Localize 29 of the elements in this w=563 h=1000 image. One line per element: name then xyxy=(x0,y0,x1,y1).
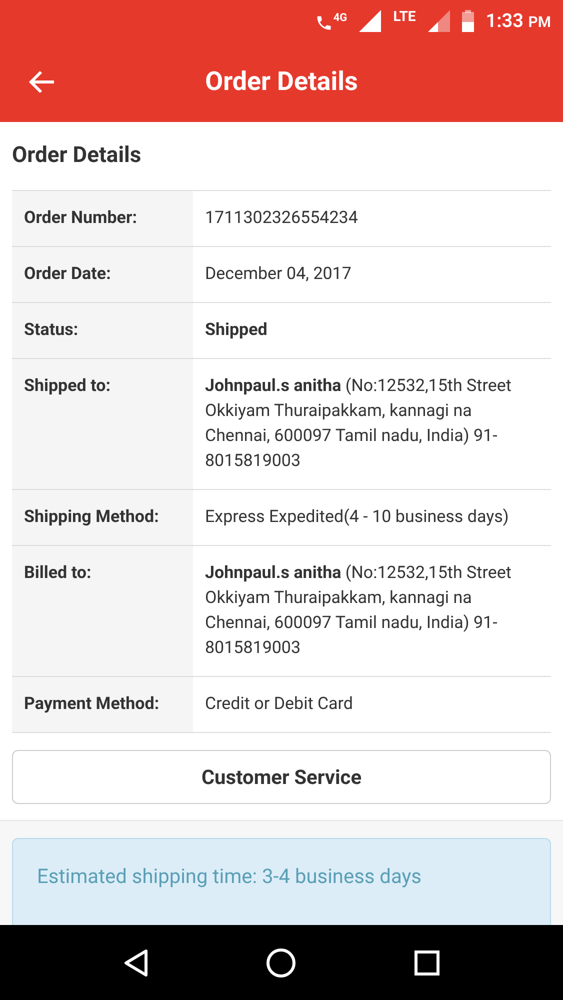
customer-service-button[interactable]: Customer Service xyxy=(12,750,551,804)
row-label-cell: Shipping Method: xyxy=(12,490,193,545)
row-label-cell: Shipped to: xyxy=(12,359,193,489)
back-arrow-icon xyxy=(28,70,56,94)
notice-text: Estimated shipping time: 3-4 business days xyxy=(37,863,422,890)
signal-icon xyxy=(359,10,382,32)
home-icon[interactable] xyxy=(266,948,296,978)
row-value-cell-text: Express Expedited(4 - 10 business days) xyxy=(204,506,510,529)
row-label-cell: Order Number: xyxy=(12,191,193,246)
header-title: Order Details xyxy=(205,66,358,98)
row-value-cell-text: Shipped xyxy=(204,319,268,342)
back-icon[interactable] xyxy=(122,948,149,978)
row-label-cell: Status: xyxy=(12,303,193,358)
row-value-cell-text: Credit or Debit Card xyxy=(204,693,354,716)
network-type: 4G xyxy=(333,10,348,26)
row-value-cell-text: 1711302326554234 xyxy=(204,207,359,230)
section-title: Order Details xyxy=(12,142,142,170)
row-label-cell: Billed to: xyxy=(12,546,193,676)
lte-label: LTE xyxy=(393,8,416,26)
row-label-cell: Order Date: xyxy=(12,247,193,302)
recents-icon[interactable] xyxy=(414,950,440,976)
row-value-cell-text: Johnpaul.s anitha (No:12532,15th Street Okkiyam Thuraipakkam, kannagi na Chennai, 600097 Tamil nadu, India) 91-8015819003 xyxy=(204,375,512,473)
clock: 1:33 PM xyxy=(486,8,551,34)
signal-icon xyxy=(428,10,450,32)
row-value-cell-text: December 04, 2017 xyxy=(204,263,352,286)
row-label-cell: Payment Method: xyxy=(12,677,193,732)
battery-icon xyxy=(462,10,474,32)
row-value-cell-text: Johnpaul.s anitha (No:12532,15th Street Okkiyam Thuraipakkam, kannagi na Chennai, 600097 Tamil nadu, India) 91-8015819003 xyxy=(204,562,512,660)
phone-icon xyxy=(315,14,334,32)
